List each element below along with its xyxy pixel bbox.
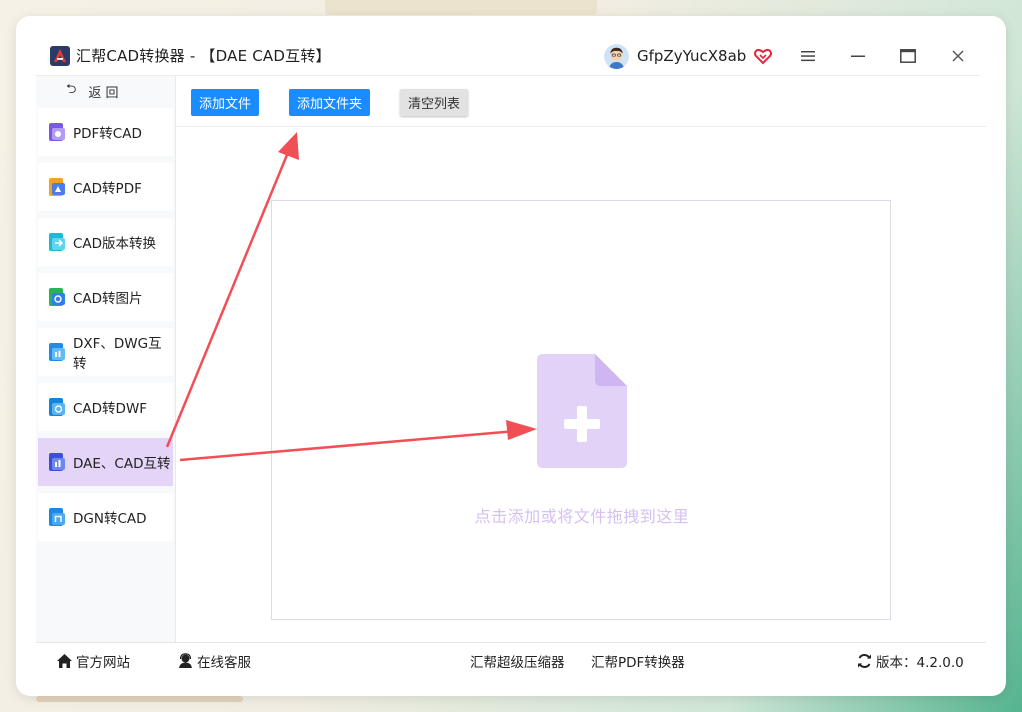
cad-to-dwf-icon: [47, 397, 67, 417]
sidebar-item-dae-cad[interactable]: DAE、CAD互转: [38, 438, 173, 486]
footer: 官方网站 在线客服 汇帮超级压缩器 汇帮PDF转换器 版本：4.2.0.0: [36, 642, 986, 678]
official-website-label: 官方网站: [76, 655, 130, 671]
toolbar-divider: [176, 126, 986, 127]
vip-heart-icon[interactable]: [754, 47, 773, 65]
clear-list-button[interactable]: 清空列表: [400, 89, 468, 116]
sidebar-item-label: DAE、CAD互转: [73, 456, 171, 472]
add-folder-button[interactable]: 添加文件夹: [289, 89, 370, 116]
sidebar-item-label: CAD版本转换: [73, 236, 157, 252]
sidebar-item-label: PDF转CAD: [73, 126, 142, 142]
cad-version-icon: [47, 232, 67, 252]
sidebar-item-label: CAD转图片: [73, 291, 143, 307]
close-icon[interactable]: [946, 44, 970, 68]
headset-icon: [179, 653, 192, 668]
refresh-icon: [858, 654, 871, 668]
avatar[interactable]: [604, 43, 629, 69]
sidebar-item-label: DXF、DWG互转: [73, 336, 162, 372]
minimize-icon[interactable]: [846, 44, 870, 68]
sidebar-item-cad-to-pdf[interactable]: CAD转PDF: [38, 163, 173, 211]
cad-to-pdf-icon: [47, 177, 67, 197]
sidebar-item-dxf-dwg[interactable]: DXF、DWG互转: [38, 328, 173, 376]
add-file-icon[interactable]: [537, 354, 627, 468]
sidebar-item-cad-to-image[interactable]: CAD转图片: [38, 273, 173, 321]
maximize-icon[interactable]: [896, 44, 920, 68]
dxf-dwg-icon: [47, 342, 67, 362]
drop-hint: 点击添加或将文件拖拽到这里: [474, 507, 690, 526]
dae-cad-icon: [47, 452, 67, 472]
sidebar-item-cad-version[interactable]: CAD版本转换: [38, 218, 173, 266]
sidebar-item-dgn-to-cad[interactable]: DGN转CAD: [38, 493, 173, 541]
back-arrow-icon: ⮌: [66, 82, 77, 97]
online-support-link[interactable]: 在线客服: [177, 652, 251, 671]
background-strip: [36, 696, 243, 702]
pdf-converter-link[interactable]: 汇帮PDF转换器: [591, 652, 685, 671]
app-title: 汇帮CAD转换器 - 【DAE CAD互转】: [76, 47, 331, 65]
compressor-link[interactable]: 汇帮超级压缩器: [470, 652, 565, 671]
back-button[interactable]: ⮌ 返 回: [66, 82, 119, 101]
sidebar-item-label: DGN转CAD: [73, 511, 147, 527]
app-logo-icon: [50, 45, 70, 66]
username: GfpZyYucX8ab: [637, 47, 747, 65]
pdf-to-cad-icon: [47, 122, 67, 142]
add-file-button[interactable]: 添加文件: [191, 89, 259, 116]
pdf-converter-label: 汇帮PDF转换器: [591, 655, 685, 671]
sidebar-item-label: CAD转PDF: [73, 181, 142, 197]
back-label: 返 回: [88, 85, 119, 101]
user-area[interactable]: GfpZyYucX8ab: [604, 42, 773, 70]
app-window: 汇帮CAD转换器 - 【DAE CAD互转】 GfpZyYucX8ab ⮌ 返 …: [16, 16, 1006, 696]
version-info[interactable]: 版本：4.2.0.0: [856, 652, 964, 671]
sidebar-item-cad-to-dwf[interactable]: CAD转DWF: [38, 383, 173, 431]
file-drop-zone[interactable]: 点击添加或将文件拖拽到这里: [271, 200, 891, 620]
compressor-label: 汇帮超级压缩器: [470, 655, 565, 671]
online-support-label: 在线客服: [197, 655, 251, 671]
sidebar-item-label: CAD转DWF: [73, 401, 148, 417]
dgn-to-cad-icon: [47, 507, 67, 527]
title-bar: 汇帮CAD转换器 - 【DAE CAD互转】 GfpZyYucX8ab: [36, 36, 980, 76]
cad-to-image-icon: [47, 287, 67, 307]
official-website-link[interactable]: 官方网站: [56, 652, 130, 671]
sidebar: ⮌ 返 回 PDF转CAD CAD转PDF CAD版本转换 CAD转图片 DXF…: [36, 76, 176, 642]
menu-icon[interactable]: [796, 44, 820, 68]
background-strip: [325, 0, 597, 15]
sidebar-item-pdf-to-cad[interactable]: PDF转CAD: [38, 108, 173, 156]
version-label: 版本：4.2.0.0: [876, 655, 964, 671]
home-icon: [57, 654, 72, 668]
